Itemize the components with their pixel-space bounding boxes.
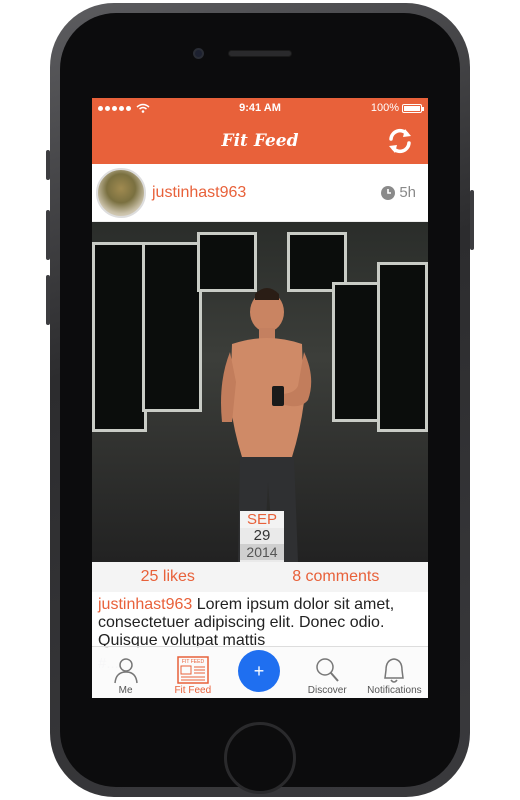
nav-title: Fit Feed — [221, 131, 299, 151]
earpiece-speaker — [228, 50, 292, 57]
tab-label: Me — [118, 685, 133, 696]
time-ago-text: 5h — [399, 184, 416, 201]
window-pane — [332, 282, 382, 422]
post-photo[interactable]: SEP 29 2014 — [92, 222, 428, 562]
avatar[interactable] — [96, 167, 146, 218]
date-month: SEP — [240, 511, 284, 528]
comments-count[interactable]: 8 comments — [292, 568, 379, 586]
bell-icon — [384, 658, 405, 683]
mute-switch — [46, 150, 50, 180]
battery-icon — [402, 103, 424, 113]
date-day: 29 — [253, 527, 271, 544]
window-pane — [377, 262, 428, 432]
post-username[interactable]: justinhast963 — [152, 184, 246, 202]
tab-label: Discover — [307, 685, 347, 696]
news-icon: FIT FEED — [177, 656, 209, 684]
volume-up-button — [46, 210, 50, 260]
window-pane — [142, 242, 202, 412]
post-timestamp: 5h — [380, 184, 416, 201]
window-pane — [92, 242, 147, 432]
tab-fit-feed[interactable]: FIT FEED Fit Feed — [159, 647, 226, 698]
feed-icon-text: FIT FEED — [182, 659, 205, 665]
status-bar: 9:41 AM 100% — [92, 98, 428, 118]
app-screen: 9:41 AM 100% Fit Feed justinhast963 5h S… — [92, 98, 428, 698]
date-year: 2014 — [240, 544, 284, 560]
tab-discover[interactable]: Discover — [294, 647, 361, 698]
post-stats: 25 likes 8 comments — [92, 562, 428, 592]
home-button[interactable] — [224, 722, 296, 794]
tab-me[interactable]: Me — [92, 647, 159, 698]
tab-label: Fit Feed — [174, 685, 212, 696]
power-button — [470, 190, 474, 250]
post-header: justinhast963 5h — [92, 164, 428, 222]
likes-count[interactable]: 25 likes — [141, 568, 195, 586]
status-time: 9:41 AM — [239, 102, 281, 114]
caption-username[interactable]: justinhast963 — [98, 596, 192, 613]
add-post-button[interactable]: + — [238, 650, 280, 692]
post-caption: justinhast963 Lorem ipsum dolor sit amet… — [92, 592, 428, 648]
tab-label: Notifications — [367, 685, 422, 696]
magnifier-icon — [316, 658, 339, 682]
date-badge: SEP 29 2014 — [240, 511, 284, 562]
person-icon — [113, 658, 138, 684]
clock-icon — [381, 185, 396, 200]
refresh-icon[interactable] — [386, 127, 414, 155]
front-camera — [193, 48, 204, 59]
nav-bar: Fit Feed — [92, 118, 428, 164]
volume-down-button — [46, 275, 50, 325]
tab-notifications[interactable]: Notifications — [361, 647, 428, 698]
